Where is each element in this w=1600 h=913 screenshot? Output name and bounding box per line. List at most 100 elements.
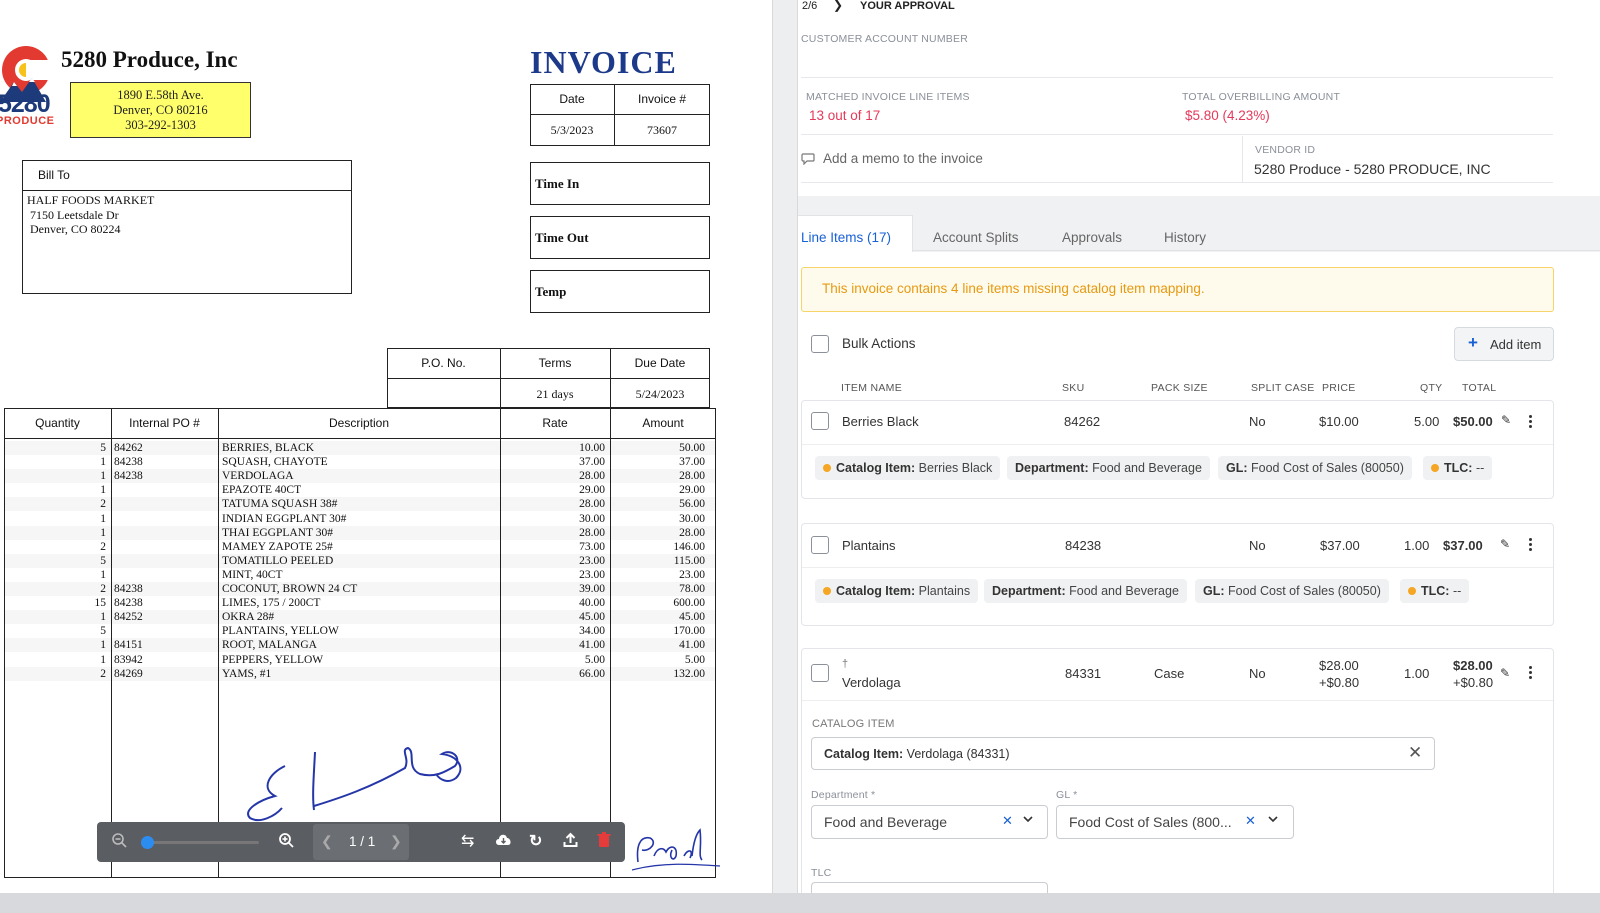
line-description: EPAZOTE 40CT	[222, 484, 302, 497]
customer-account-label: CUSTOMER ACCOUNT NUMBER	[801, 33, 968, 45]
temp-label: Temp	[535, 284, 567, 299]
bulk-actions-label[interactable]: Bulk Actions	[842, 336, 916, 351]
chip-value: Food and Beverage	[1092, 461, 1202, 475]
line-po: 84262	[114, 442, 143, 454]
invoice-line-row: 5 PLANTAINS, YELLOW 34.00 170.00	[4, 624, 716, 638]
chip-tlc: TLC: --	[1400, 579, 1470, 603]
tab-approvals[interactable]: Approvals	[1062, 230, 1122, 245]
line-description: COCONUT, BROWN 24 CT	[222, 583, 358, 595]
prev-page-icon[interactable]: ❮	[321, 833, 333, 850]
drag-handle-icon[interactable]: †	[842, 658, 848, 670]
line-amount: 23.00	[679, 568, 705, 581]
line-amount: 41.00	[679, 639, 705, 652]
line-description: TOMATILLO PEELED	[222, 554, 334, 567]
pager-text: 2/6	[802, 0, 818, 12]
pager-next-icon[interactable]: ❯	[833, 0, 843, 12]
next-page-icon[interactable]: ❯	[390, 833, 402, 850]
status-dot-icon	[823, 464, 831, 472]
date-value: 5/3/2023	[550, 123, 594, 137]
add-item-button[interactable]: + Add item	[1454, 327, 1554, 361]
line-amount: 50.00	[679, 442, 705, 454]
line-item-checkbox[interactable]	[811, 664, 829, 682]
gl-select[interactable]: Food Cost of Sales (800... ✕	[1056, 805, 1294, 839]
memo-icon	[801, 152, 815, 170]
line-amount: 37.00	[679, 456, 705, 469]
tab-line-items[interactable]: Line Items (17)	[801, 230, 891, 245]
bulk-select-checkbox[interactable]	[811, 335, 829, 353]
terms-value: 21 days	[536, 387, 574, 401]
invoice-detail-panel: ❮ 2/6 ❯ YOUR APPROVAL CUSTOMER ACCOUNT N…	[798, 0, 1600, 900]
chip-value: --	[1452, 584, 1462, 598]
chip-value: Food Cost of Sales (80050)	[1251, 461, 1404, 475]
line-item-checkbox[interactable]	[811, 412, 829, 430]
more-options-icon[interactable]	[1529, 415, 1533, 429]
chip-key: Catalog Item:	[836, 584, 916, 598]
tab-account-splits[interactable]: Account Splits	[933, 230, 1019, 245]
memo-input[interactable]: Add a memo to the invoice	[823, 151, 983, 166]
edit-pencil-icon[interactable]: ✎	[1500, 666, 1510, 680]
bill-to-line: 7150 Leetsdale Dr	[30, 207, 119, 222]
chip-value: Plantains	[918, 584, 971, 598]
upload-icon[interactable]	[563, 832, 578, 851]
item-name[interactable]: Berries Black	[842, 414, 919, 429]
line-rate: 28.00	[579, 470, 605, 483]
rotate-icon[interactable]: ↻	[529, 831, 542, 851]
clear-icon[interactable]: ✕	[1245, 813, 1256, 829]
line-description: LIMES, 175 / 200CT	[222, 597, 321, 610]
company-logo: 5280 PRODUCE	[0, 42, 58, 127]
department-select[interactable]: Food and Beverage ✕	[811, 805, 1048, 839]
more-options-icon[interactable]	[1529, 538, 1533, 552]
delete-icon[interactable]	[597, 832, 611, 851]
bill-to-line: HALF FOODS MARKET	[27, 193, 155, 207]
catalog-item-select[interactable]: Catalog Item: Verdolaga (84331) ✕	[811, 737, 1435, 770]
line-rate: 73.00	[579, 540, 605, 553]
edit-pencil-icon[interactable]: ✎	[1501, 413, 1511, 427]
tab-history[interactable]: History	[1164, 230, 1206, 245]
logo-subtext: PRODUCE	[0, 115, 55, 127]
col-rate: Rate	[542, 416, 568, 430]
invoice-line-row: 1 84151 ROOT, MALANGA 41.00 41.00	[4, 638, 716, 652]
chip-tlc: TLC: --	[1423, 456, 1493, 480]
pane-divider[interactable]	[772, 0, 798, 893]
edit-pencil-icon[interactable]: ✎	[1500, 537, 1510, 551]
line-rate: 66.00	[579, 667, 605, 680]
line-qty: 5	[100, 554, 106, 567]
line-rate: 29.00	[579, 484, 605, 497]
clear-icon[interactable]: ✕	[1408, 743, 1422, 763]
line-rate: 39.00	[579, 583, 605, 595]
item-split-case: No	[1249, 538, 1266, 553]
line-rate: 30.00	[579, 512, 605, 525]
zoom-in-icon[interactable]	[278, 832, 294, 851]
line-item-checkbox[interactable]	[811, 536, 829, 554]
more-options-icon[interactable]	[1529, 666, 1533, 680]
item-sku: 84331	[1065, 666, 1102, 681]
matched-items-value: 13 out of 17	[809, 108, 881, 123]
header-total: TOTAL	[1462, 382, 1497, 394]
line-po: 84151	[114, 639, 143, 652]
zoom-slider-handle[interactable]	[141, 836, 154, 849]
item-name[interactable]: Plantains	[842, 538, 895, 553]
zoom-slider[interactable]	[141, 836, 259, 849]
chevron-down-icon[interactable]	[1022, 812, 1034, 830]
chevron-down-icon[interactable]	[1267, 812, 1279, 830]
time-out-label: Time Out	[535, 230, 589, 245]
bill-to-label: Bill To	[38, 168, 70, 182]
clear-icon[interactable]: ✕	[1002, 813, 1013, 829]
invoice-line-row: 1 84238 SQUASH, CHAYOTE 37.00 37.00	[4, 455, 716, 469]
line-description: MINT, 40CT	[222, 568, 283, 581]
col-amount: Amount	[642, 416, 684, 430]
item-total: $50.00	[1453, 414, 1493, 429]
item-sku: 84238	[1065, 538, 1102, 553]
item-name[interactable]: Verdolaga	[842, 675, 901, 690]
item-sku: 84262	[1064, 414, 1101, 429]
invoice-line-row: 1 84252 OKRA 28# 45.00 45.00	[4, 610, 716, 624]
line-qty: 1	[100, 512, 106, 525]
invoice-line-row: 2 84238 COCONUT, BROWN 24 CT 39.00 78.00	[4, 582, 716, 596]
swap-icon[interactable]: ⇆	[461, 831, 474, 851]
cloud-download-icon[interactable]	[495, 832, 512, 851]
chip-catalog-item: Catalog Item: Berries Black	[815, 456, 1001, 480]
zoom-out-icon[interactable]	[111, 832, 127, 851]
item-split-case: No	[1249, 666, 1266, 681]
header-sku: SKU	[1062, 382, 1085, 394]
item-total: $28.00	[1453, 658, 1493, 673]
